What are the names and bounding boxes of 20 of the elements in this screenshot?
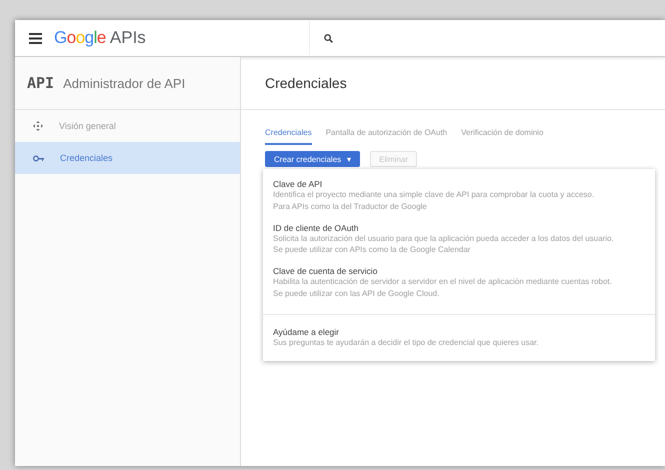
tab[interactable]: Pantalla de autorización de OAuth xyxy=(326,128,448,145)
page-title: Credenciales xyxy=(265,75,347,91)
sidebar-title: Administrador de API xyxy=(63,76,186,90)
tab[interactable]: Credenciales xyxy=(265,128,312,145)
menu-item[interactable]: ID de cliente de OAuth Solicita la autorización del usuario para que la aplicación pueda acceder a los datos del usuario. Se puede utilizar con APIs como la de Google Calendar xyxy=(263,216,655,260)
tab[interactable]: Verificación de dominio xyxy=(461,128,544,145)
google-logo[interactable]: Google xyxy=(54,28,106,48)
product-name: APIs xyxy=(110,28,146,48)
key-icon xyxy=(33,154,44,162)
menu-item[interactable]: Clave de cuenta de servicio Habilita la autenticación de servidor a servidor en el nivel de aplicación mediante cuentas robot. Se puede utilizar con las API de Google Cloud. xyxy=(263,260,655,304)
menu-item[interactable]: Clave de API Identifica el proyecto mediante una simple clave de API para comprobar la cuota y acceso. Para APIs como la del Traductor de Google xyxy=(263,173,655,217)
menu-item[interactable]: Ayúdame a elegir Sus preguntas te ayudarán a decidir el tipo de credencial que quieres usar. xyxy=(263,314,655,353)
sidebar-item[interactable]: Credenciales xyxy=(15,142,240,174)
api-logo: API xyxy=(27,74,54,92)
search-icon xyxy=(324,34,333,42)
create-credentials-button[interactable]: Crear credenciales ▾ xyxy=(265,151,360,167)
sidebar-item[interactable]: Visión general xyxy=(15,110,240,142)
menu-icon[interactable] xyxy=(29,32,42,44)
search-field[interactable] xyxy=(309,21,665,55)
diamond-arrows-icon xyxy=(33,121,43,131)
